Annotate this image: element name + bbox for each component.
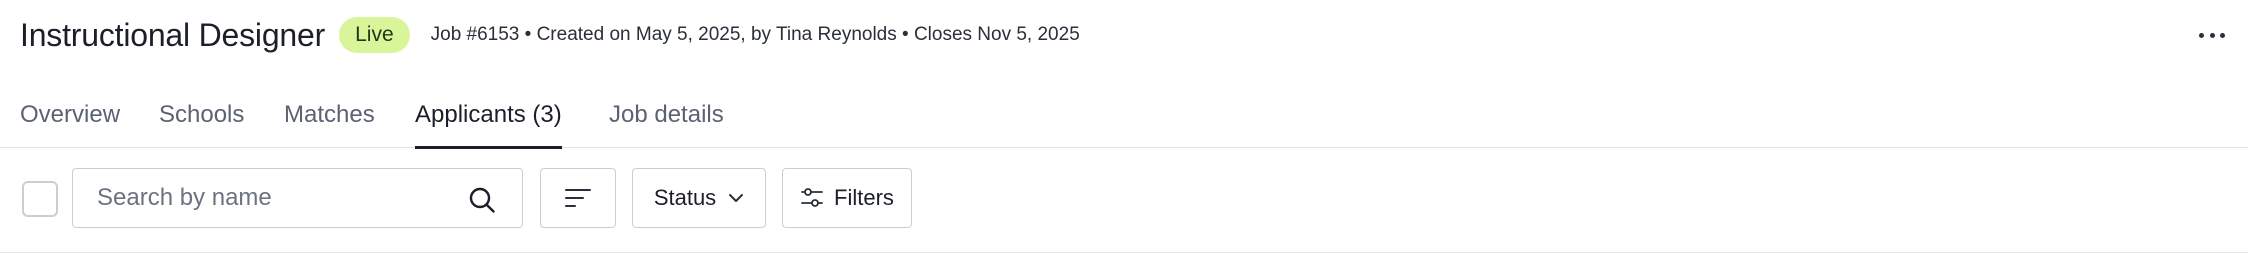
sort-icon (565, 189, 591, 207)
tab-job-details[interactable]: Job details (609, 96, 724, 148)
status-badge: Live (339, 17, 410, 53)
select-all-checkbox[interactable] (22, 181, 58, 217)
more-horizontal-icon-dot (2209, 32, 2215, 38)
tab-matches[interactable]: Matches (284, 96, 375, 148)
filters-button[interactable]: Filters (782, 168, 912, 228)
chevron-down-icon (729, 194, 744, 202)
search-box (72, 168, 523, 228)
tab-applicants[interactable]: Applicants (3) (415, 96, 562, 149)
tab-overview[interactable]: Overview (20, 96, 120, 148)
page-title: Instructional Designer (20, 16, 326, 53)
job-meta: Job #6153 • Created on May 5, 2025, by T… (430, 24, 1080, 45)
more-horizontal-icon (2199, 32, 2204, 38)
sort-button[interactable] (540, 168, 616, 228)
more-options-button[interactable] (2196, 20, 2228, 50)
sliders-icon (801, 188, 823, 207)
status-dropdown[interactable]: Status (632, 168, 766, 228)
status-dropdown-label: Status (653, 185, 717, 210)
divider (0, 252, 2248, 253)
job-header: Instructional Designer Live Job #6153 • … (20, 14, 1080, 56)
tab-schools[interactable]: Schools (159, 96, 244, 148)
applicants-toolbar: Status Filters (0, 168, 2248, 230)
search-icon[interactable] (468, 186, 496, 214)
more-horizontal-icon-dot (2220, 32, 2225, 38)
search-input[interactable] (97, 184, 457, 212)
tab-bar: Overview Schools Matches Applicants (3) … (0, 96, 2248, 149)
filters-label: Filters (834, 185, 894, 210)
